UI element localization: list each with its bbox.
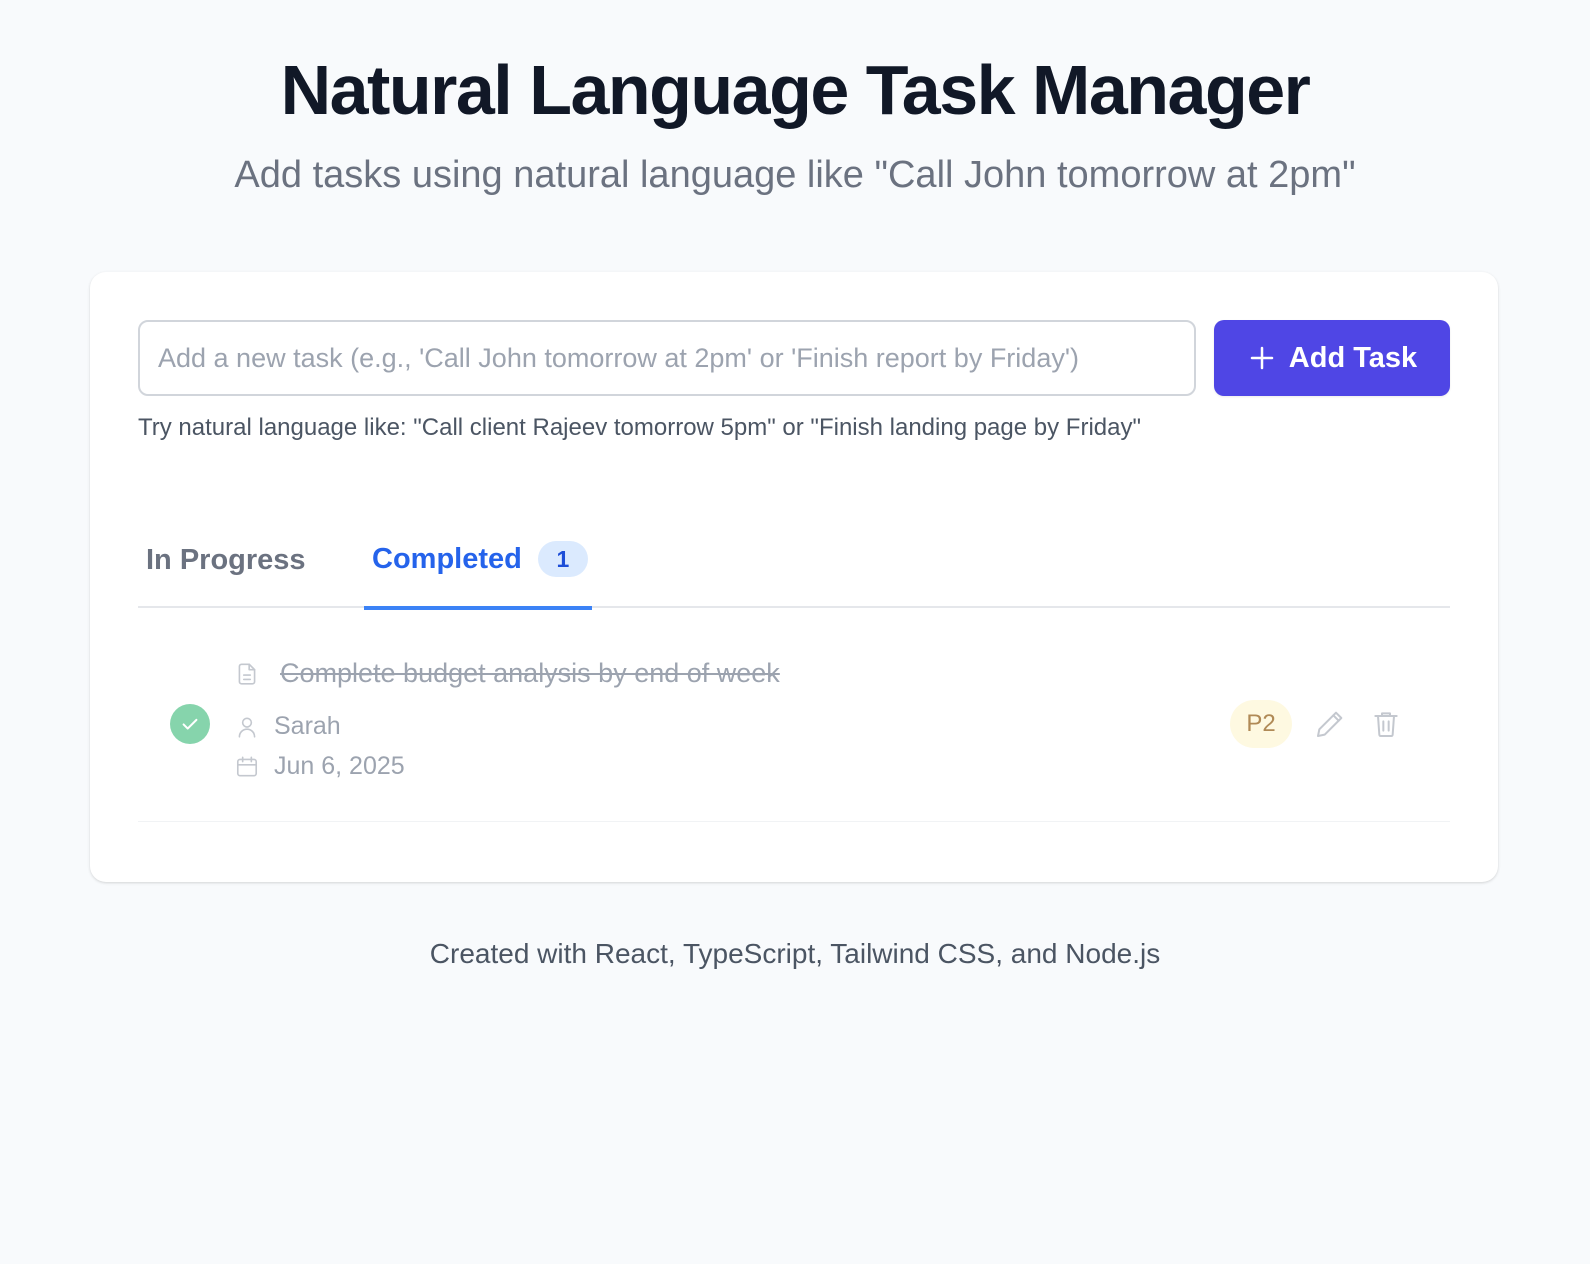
priority-badge: P2 [1230,700,1292,748]
edit-task-button[interactable] [1312,706,1348,742]
tab-in-progress[interactable]: In Progress [146,512,306,608]
page-title: Natural Language Task Manager [280,51,1311,129]
tab-label: Completed [372,542,522,575]
page-header: Natural Language Task Manager Add tasks … [0,0,1590,198]
tabs-bar: In Progress Completed 1 [138,512,1450,610]
tab-label: In Progress [146,543,306,576]
task-card: Add Task Try natural language like: "Cal… [90,272,1498,882]
check-icon [179,713,201,735]
pencil-icon [1314,708,1346,740]
tab-count-badge: 1 [537,541,588,577]
completed-toggle[interactable] [170,704,210,744]
trash-icon [1370,708,1402,740]
user-icon [234,714,260,740]
task-assignee: Sarah [234,712,341,741]
task-input[interactable] [138,320,1196,396]
calendar-icon [234,754,260,780]
task-row: Complete budget analysis by end of week … [138,632,1450,822]
task-title-row: Complete budget analysis by end of week [234,658,780,689]
input-hint: Try natural language like: "Call client … [138,414,1141,441]
footer-credits: Created with React, TypeScript, Tailwind… [429,938,1161,969]
task-title: Complete budget analysis by end of week [280,658,780,688]
assignee-name: Sarah [274,712,341,740]
add-task-button[interactable]: Add Task [1214,320,1450,396]
delete-task-button[interactable] [1368,706,1404,742]
plus-icon [1247,343,1277,373]
task-composer: Add Task [138,320,1450,396]
due-date: Jun 6, 2025 [274,752,405,780]
file-text-icon [234,661,260,687]
add-task-button-label: Add Task [1288,341,1418,374]
page-subtitle: Add tasks using natural language like "C… [234,154,1356,196]
task-due-date: Jun 6, 2025 [234,752,405,781]
tab-completed[interactable]: Completed 1 [364,512,592,610]
task-tabs: In Progress Completed 1 Complete budget … [138,512,1450,888]
